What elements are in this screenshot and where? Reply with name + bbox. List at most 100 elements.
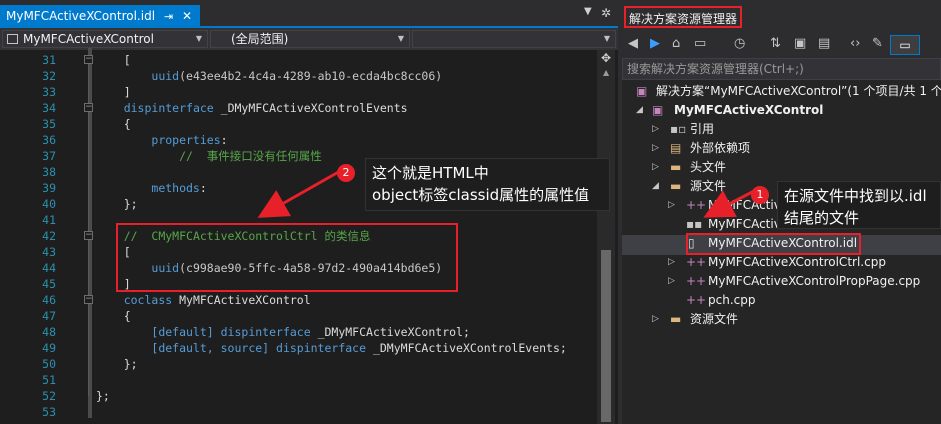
- line-number: 43: [42, 245, 56, 259]
- collapsed-icon[interactable]: ▷: [652, 310, 659, 329]
- collapsed-icon[interactable]: ▷: [652, 158, 659, 177]
- line-number: 38: [42, 165, 56, 179]
- show-all-files-icon[interactable]: ▤: [818, 36, 830, 51]
- code-editor[interactable]: MyMFCActiveXControl.idl ⇥ ✕ ▼ ✲ MyMFCAct…: [0, 0, 618, 424]
- line-number: 37: [42, 149, 56, 163]
- history-icon[interactable]: ◷: [734, 36, 745, 51]
- callout-2-line-1: 这个就是HTML中: [372, 164, 489, 182]
- line-number: 40: [42, 197, 56, 211]
- line-number: 51: [42, 373, 56, 387]
- document-tab[interactable]: MyMFCActiveXControl.idl ⇥ ✕: [0, 5, 200, 28]
- annotation-callout-2: 这个就是HTML中 object标签classid属性的属性值: [365, 158, 610, 211]
- expanded-icon[interactable]: ◢: [652, 177, 659, 196]
- scrollbar-thumb[interactable]: [601, 250, 611, 422]
- chevron-down-icon: ▼: [603, 34, 610, 43]
- tree-item-external-deps[interactable]: ▷ ▤ 外部依赖项: [622, 139, 941, 158]
- close-icon[interactable]: ✕: [182, 5, 192, 28]
- expanded-icon[interactable]: ◢: [636, 101, 643, 120]
- code-line: properties:: [151, 133, 228, 147]
- tree-item-header-files[interactable]: ▷ ▬ 头文件: [622, 158, 941, 177]
- line-number: 53: [42, 405, 56, 419]
- cpp-icon: ++: [686, 274, 707, 288]
- navigation-bar: MyMFCActiveXControl ▼ (全局范围) ▼ ▼: [0, 28, 618, 50]
- collapse-icon[interactable]: −: [84, 103, 93, 112]
- split-window-icon[interactable]: ✥: [601, 51, 611, 65]
- references-icon: ▪▫: [670, 122, 687, 136]
- callout-1-line-1: 在源文件中找到以.idl: [784, 187, 927, 205]
- line-number: 45: [42, 277, 56, 291]
- code-line: ]: [123, 85, 131, 99]
- sync-icon[interactable]: ⇅: [770, 36, 781, 51]
- line-number: 44: [42, 261, 56, 275]
- collapse-icon[interactable]: −: [84, 231, 93, 240]
- code-line: dispinterface _DMyMFCActiveXControlEvent…: [123, 101, 408, 115]
- line-number: 33: [42, 85, 56, 99]
- tree-item-project[interactable]: ◢ ▣ MyMFCActiveXControl: [622, 101, 941, 120]
- scope-dropdown-value: (全局范围): [231, 32, 289, 46]
- collapsed-icon[interactable]: ▷: [652, 139, 659, 158]
- project-dropdown[interactable]: MyMFCActiveXControl ▼: [2, 30, 208, 48]
- line-number: 50: [42, 357, 56, 371]
- properties-wrench-icon[interactable]: ✎: [872, 36, 883, 51]
- project-dropdown-value: MyMFCActiveXControl: [23, 32, 154, 46]
- code-line: {: [123, 117, 131, 131]
- tree-item-file[interactable]: ▷ ++ MyMFCActiveXControlCtrl.cpp: [622, 253, 941, 272]
- member-dropdown[interactable]: ▼: [412, 30, 616, 48]
- collapsed-icon[interactable]: ▷: [668, 196, 675, 215]
- line-number: 52: [42, 389, 56, 403]
- code-line: {: [123, 309, 131, 323]
- solution-explorer-search[interactable]: 搜索解决方案资源管理器(Ctrl+;): [622, 58, 941, 80]
- code-line: };: [96, 389, 110, 403]
- solution-explorer-toolbar: ◀ ▶ ⌂ ▭ ◷ ⇅ ▣ ▤ ‹› ✎ ▭: [622, 32, 941, 58]
- code-line: [default, source] dispinterface _DMyMFCA…: [151, 341, 567, 355]
- line-number: 39: [42, 181, 56, 195]
- line-number: 32: [42, 69, 56, 83]
- line-number: 48: [42, 325, 56, 339]
- collapsed-icon[interactable]: ▷: [652, 120, 659, 139]
- line-number: 31: [42, 53, 56, 67]
- pin-icon[interactable]: ⇥: [164, 5, 173, 28]
- collapsed-icon[interactable]: ▷: [668, 272, 675, 291]
- line-number: 42: [42, 229, 56, 243]
- back-icon[interactable]: ◀: [628, 36, 638, 51]
- tree-item-references[interactable]: ▷ ▪▫ 引用: [622, 120, 941, 139]
- cpp-icon: ++: [686, 198, 707, 212]
- tree-item-solution[interactable]: ▣ 解决方案“MyMFCActiveXControl”(1 个项目/共 1 个: [622, 82, 941, 101]
- home-icon[interactable]: ⌂: [672, 36, 680, 51]
- line-number: 36: [42, 133, 56, 147]
- external-deps-icon: ▤: [670, 141, 682, 155]
- annotation-callout-1: 在源文件中找到以.idl 结尾的文件: [777, 181, 941, 229]
- collapse-icon[interactable]: −: [84, 55, 93, 64]
- code-line: uuid(e43ee4b2-4c4a-4289-ab10-ecda4bc8cc0…: [151, 69, 443, 83]
- collapsed-icon[interactable]: ▷: [668, 253, 675, 272]
- line-numbers: 31 32 33 34 35 36 37 38 39 40 41 42 43 44 45 46 47 48 49 50…: [0, 52, 56, 420]
- solution-explorer-title: 解决方案资源管理器: [624, 6, 743, 28]
- cpp-icon: ++: [686, 255, 707, 269]
- line-number: 47: [42, 309, 56, 323]
- collapse-all-icon[interactable]: ▣: [794, 36, 806, 51]
- gear-icon[interactable]: ✲: [601, 6, 611, 20]
- tab-list-dropdown-icon[interactable]: ▼: [584, 6, 592, 17]
- forward-icon[interactable]: ▶: [650, 36, 660, 51]
- code-line: };: [123, 357, 138, 371]
- code-line: [: [123, 53, 131, 67]
- classid-highlight-box: [116, 223, 458, 292]
- collapse-icon[interactable]: −: [84, 295, 93, 304]
- callout-1-line-2: 结尾的文件: [784, 209, 860, 227]
- chevron-down-icon: ▼: [195, 34, 202, 43]
- step-1-badge: 1: [751, 186, 769, 204]
- switch-views-icon[interactable]: ▭: [694, 36, 706, 51]
- line-number: 41: [42, 213, 56, 227]
- scroll-up-icon[interactable]: ▲: [603, 68, 609, 77]
- preview-selected-items-button[interactable]: ▭: [890, 35, 920, 55]
- tree-item-file[interactable]: ▷ ++ MyMFCActiveXControlPropPage.cpp: [622, 272, 941, 291]
- code-view-icon[interactable]: ‹›: [850, 36, 860, 51]
- scope-dropdown[interactable]: (全局范围) ▼: [210, 30, 410, 48]
- document-tab-strip: MyMFCActiveXControl.idl ⇥ ✕ ▼ ✲: [0, 0, 618, 28]
- callout-2-line-2: object标签classid属性的属性值: [372, 186, 590, 204]
- tree-item-file[interactable]: ++ pch.cpp: [622, 291, 941, 310]
- tree-item-resource-files[interactable]: ▷ ▬ 资源文件: [622, 310, 941, 329]
- line-number: 34: [42, 101, 56, 115]
